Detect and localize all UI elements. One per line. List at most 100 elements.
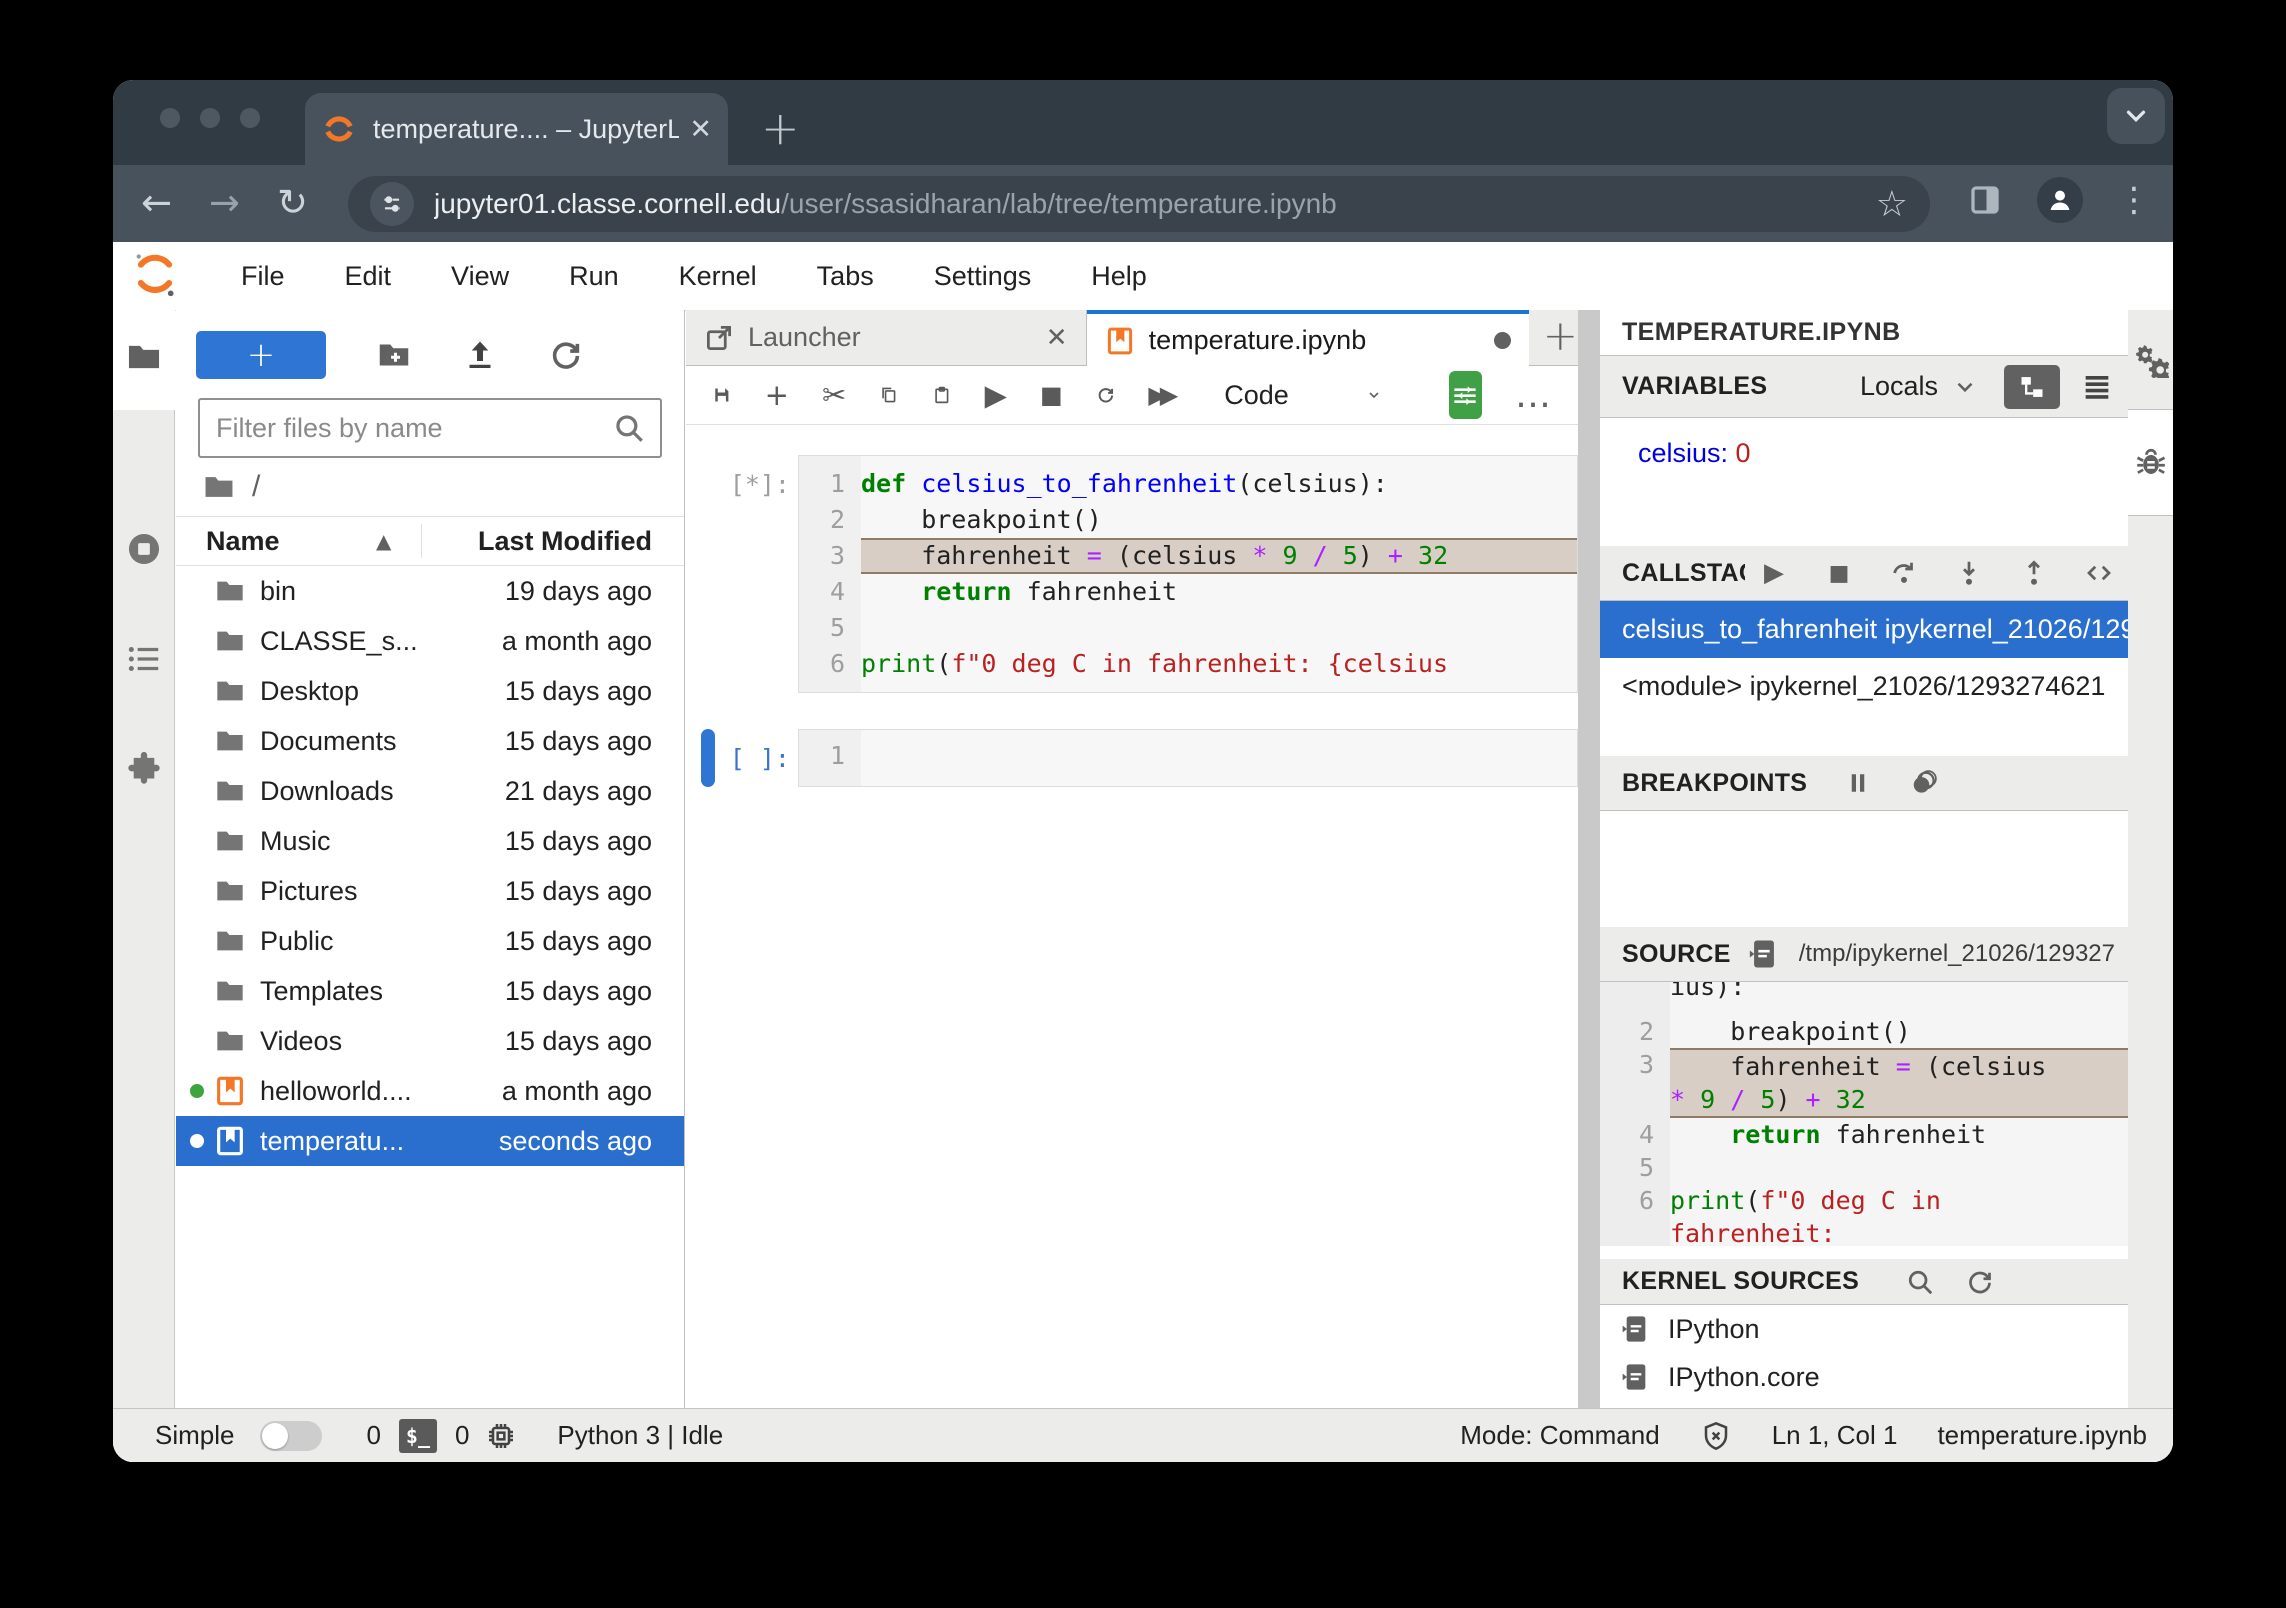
- minimize-window-button[interactable]: [200, 108, 220, 128]
- menu-kernel[interactable]: Kernel: [679, 261, 757, 292]
- variables-section-header[interactable]: VARIABLES Locals: [1600, 356, 2128, 418]
- file-row[interactable]: Documents15 days ago: [176, 716, 684, 766]
- kernel-source-item[interactable]: IPython: [1600, 1305, 2128, 1353]
- menu-help[interactable]: Help: [1091, 261, 1147, 292]
- kernel-source-item[interactable]: IPython.core.application: [1600, 1401, 2128, 1408]
- cut-cell-icon[interactable]: ✂: [822, 379, 846, 411]
- paste-cell-icon[interactable]: [932, 379, 952, 411]
- file-row[interactable]: Music15 days ago: [176, 816, 684, 866]
- bookmark-star-icon[interactable]: ☆: [1876, 184, 1908, 225]
- table-view-icon[interactable]: [2080, 370, 2114, 404]
- scope-select[interactable]: Locals: [1860, 371, 1938, 402]
- terminals-count[interactable]: 0: [366, 1420, 380, 1451]
- restart-run-all-icon[interactable]: ▶▶: [1148, 379, 1171, 411]
- run-cell-icon[interactable]: ▶: [985, 379, 1007, 411]
- step-over-icon[interactable]: [1889, 558, 1919, 588]
- menu-file[interactable]: File: [241, 261, 285, 292]
- breakpoints-section-header[interactable]: BREAKPOINTS: [1600, 756, 2128, 811]
- running-kernels-tab-icon[interactable]: [125, 530, 163, 568]
- restart-kernel-icon[interactable]: [1096, 379, 1116, 411]
- close-tab-icon[interactable]: ✕: [689, 114, 712, 145]
- cursor-position[interactable]: Ln 1, Col 1: [1772, 1420, 1898, 1451]
- cell-type-select[interactable]: Code: [1224, 380, 1289, 411]
- cell-type-chevron-icon[interactable]: [1366, 382, 1382, 408]
- tree-view-button[interactable]: [2004, 365, 2060, 409]
- upload-icon[interactable]: [462, 337, 498, 373]
- continue-icon[interactable]: ▶: [1759, 558, 1789, 588]
- breadcrumb-root[interactable]: /: [252, 470, 260, 504]
- kernel-source-item[interactable]: IPython.core: [1600, 1353, 2128, 1401]
- filter-files-field[interactable]: [198, 398, 662, 458]
- step-in-icon[interactable]: [1954, 558, 1984, 588]
- refresh-kernel-sources-icon[interactable]: [1965, 1267, 1995, 1297]
- kernel-status[interactable]: Python 3 | Idle: [557, 1420, 723, 1451]
- kebab-menu-icon[interactable]: ⋮: [2117, 180, 2151, 220]
- avatar[interactable]: [2037, 177, 2083, 223]
- kernels-count[interactable]: 0: [455, 1420, 469, 1451]
- refresh-file-list-icon[interactable]: [548, 337, 584, 373]
- file-row[interactable]: Public15 days ago: [176, 916, 684, 966]
- add-cell-icon[interactable]: +: [765, 379, 789, 411]
- cell2-editor[interactable]: 1: [798, 729, 1578, 787]
- evaluate-code-icon[interactable]: [2084, 558, 2114, 588]
- side-panel-icon[interactable]: [1967, 182, 2003, 218]
- callstack-section-header[interactable]: CALLSTACK ▶ ■: [1600, 546, 2128, 601]
- forward-icon[interactable]: →: [209, 179, 240, 227]
- table-of-contents-tab-icon[interactable]: [125, 640, 163, 678]
- file-row[interactable]: Pictures15 days ago: [176, 866, 684, 916]
- code-cell-1[interactable]: [*]: 1def celsius_to_fahrenheit(celsius)…: [686, 455, 1578, 693]
- debugger-tab[interactable]: [2128, 410, 2173, 515]
- new-folder-icon[interactable]: [376, 337, 412, 373]
- file-row[interactable]: Desktop15 days ago: [176, 666, 684, 716]
- column-last-modified[interactable]: Last Modified: [422, 526, 684, 557]
- property-inspector-tab[interactable]: [2128, 310, 2173, 410]
- new-launcher-button[interactable]: +: [196, 331, 326, 379]
- window-controls[interactable]: [160, 108, 260, 128]
- code-cell-2[interactable]: [ ]: 1: [686, 729, 1578, 787]
- search-kernel-sources-icon[interactable]: [1905, 1267, 1935, 1297]
- callstack-frame[interactable]: celsius_to_fahrenheit ipykernel_21026/12…: [1600, 601, 2128, 658]
- variable-item[interactable]: celsius: 0: [1600, 418, 2128, 469]
- menu-run[interactable]: Run: [569, 261, 619, 292]
- menu-edit[interactable]: Edit: [345, 261, 392, 292]
- add-tab-button[interactable]: +: [1543, 310, 1578, 365]
- file-browser-tab-icon[interactable]: [125, 338, 163, 376]
- active-cell-indicator[interactable]: [701, 729, 715, 787]
- debugger-toggle-button[interactable]: [1449, 371, 1482, 419]
- pause-on-exception-icon[interactable]: [1843, 768, 1873, 798]
- reload-icon[interactable]: ↻: [277, 179, 308, 227]
- simple-mode-toggle[interactable]: [260, 1421, 322, 1451]
- file-row[interactable]: Downloads21 days ago: [176, 766, 684, 816]
- back-icon[interactable]: ←: [141, 179, 172, 227]
- unsaved-changes-indicator[interactable]: [1494, 332, 1511, 349]
- active-file-name[interactable]: temperature.ipynb: [1937, 1420, 2147, 1451]
- menu-settings[interactable]: Settings: [934, 261, 1032, 292]
- open-source-icon[interactable]: [1747, 937, 1781, 971]
- menu-tabs[interactable]: Tabs: [817, 261, 874, 292]
- close-launcher-tab-icon[interactable]: ✕: [1046, 323, 1068, 353]
- kernel-sources-section-header[interactable]: KERNEL SOURCES: [1600, 1259, 2128, 1305]
- trust-shield-icon[interactable]: [1700, 1420, 1732, 1452]
- close-window-button[interactable]: [160, 108, 180, 128]
- file-row[interactable]: Templates15 days ago: [176, 966, 684, 1016]
- cell1-editor[interactable]: 1def celsius_to_fahrenheit(celsius):2 br…: [798, 455, 1578, 693]
- zoom-window-button[interactable]: [240, 108, 260, 128]
- source-section-header[interactable]: SOURCE /tmp/ipykernel_21026/1293274621: [1600, 927, 2128, 982]
- browser-tab[interactable]: temperature.... – JupyterLab ✕: [305, 93, 728, 165]
- extension-manager-tab-icon[interactable]: [125, 750, 163, 788]
- notebook-mode[interactable]: Mode: Command: [1460, 1420, 1659, 1451]
- breadcrumb[interactable]: /: [176, 458, 684, 516]
- step-out-icon[interactable]: [2019, 558, 2049, 588]
- file-row[interactable]: Videos15 days ago: [176, 1016, 684, 1066]
- home-folder-icon[interactable]: [202, 470, 236, 504]
- file-row[interactable]: bin19 days ago: [176, 566, 684, 616]
- column-name[interactable]: Name: [176, 526, 376, 557]
- file-row[interactable]: helloworld....a month ago: [176, 1066, 684, 1116]
- callstack-frame[interactable]: <module> ipykernel_21026/1293274621: [1600, 658, 2128, 715]
- filter-files-input[interactable]: [200, 413, 612, 444]
- panel-splitter[interactable]: [1578, 310, 1600, 1408]
- deactivate-breakpoints-icon[interactable]: [1909, 768, 1939, 798]
- menu-view[interactable]: View: [451, 261, 509, 292]
- file-row[interactable]: temperatu...seconds ago: [176, 1116, 684, 1166]
- scope-chevron-icon[interactable]: [1952, 374, 1978, 400]
